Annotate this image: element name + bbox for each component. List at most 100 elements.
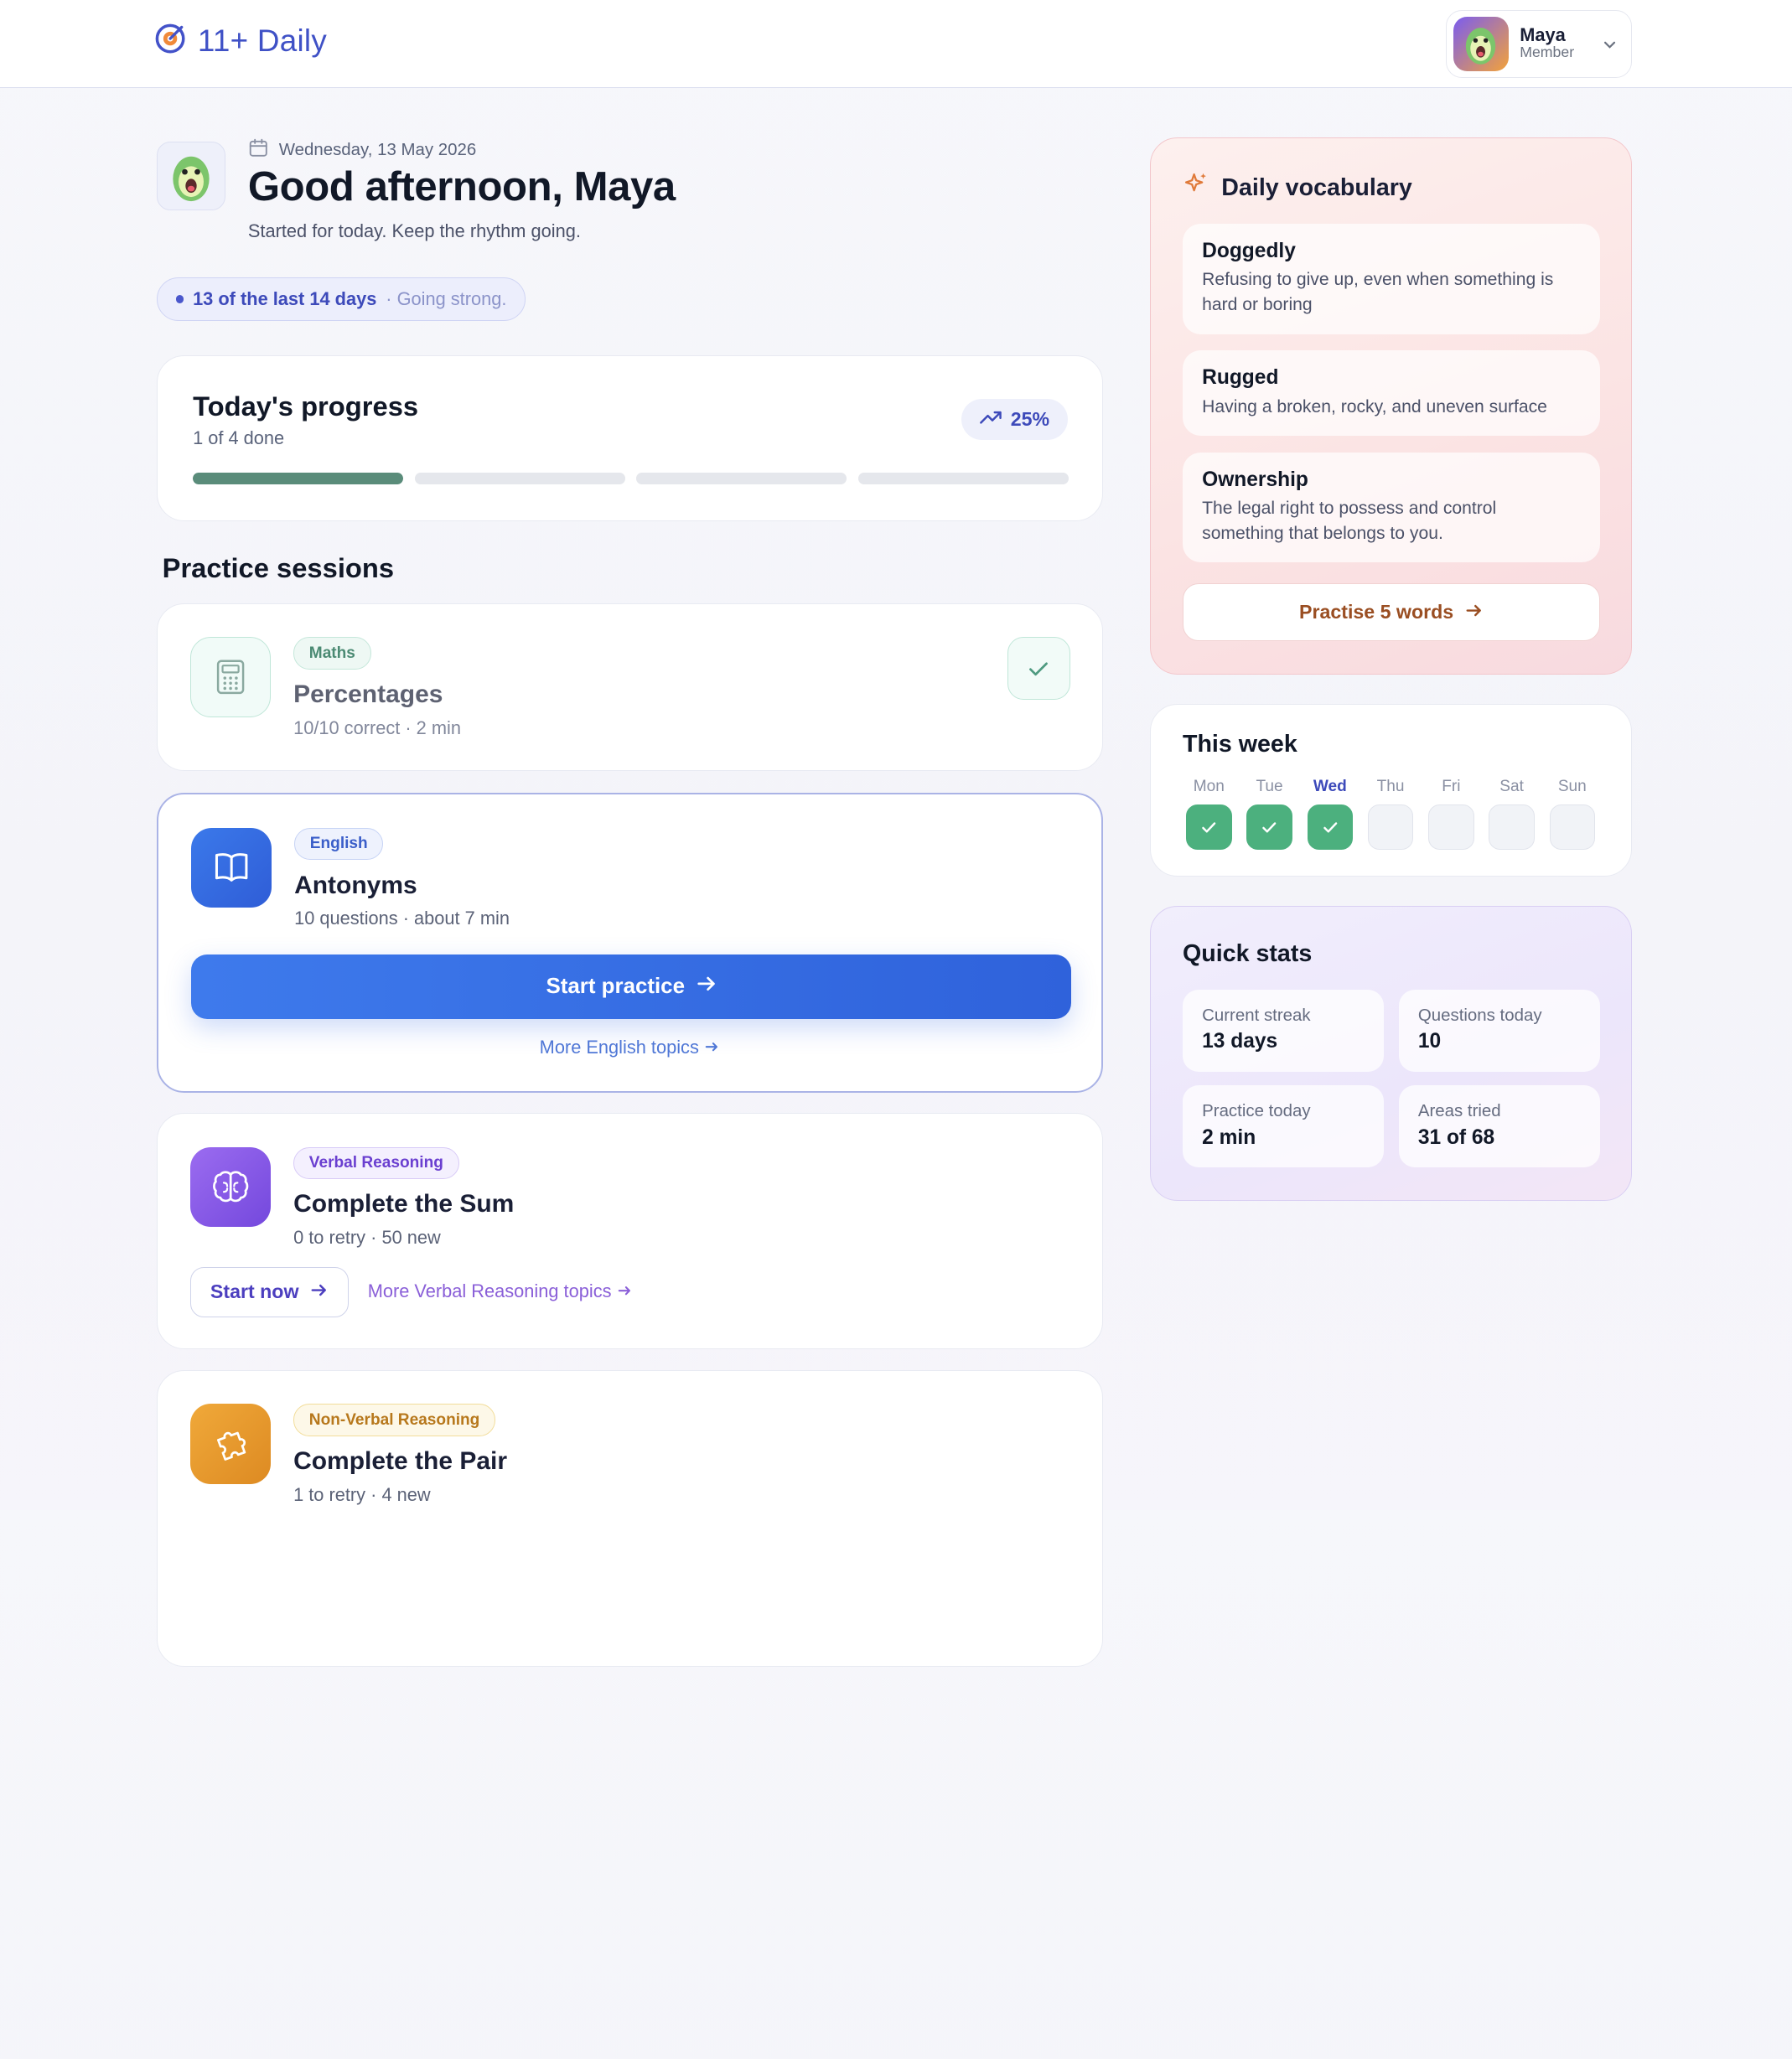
streak-count: 13 of the last 14 days [193, 288, 377, 310]
puzzle-icon [190, 1404, 271, 1484]
vocabulary-header: Daily vocabulary [1183, 171, 1412, 205]
day-sun: Sun [1549, 778, 1596, 851]
day-status [1428, 804, 1474, 851]
section-title: Practice sessions [162, 551, 395, 583]
vocabulary-word: Ownership [1202, 468, 1308, 491]
this-week-card: This week Mon Tue Wed Thu Fri Sat Sun [1149, 703, 1633, 877]
day-status [1549, 804, 1596, 851]
page-title: Good afternoon, Maya [247, 163, 676, 210]
check-icon [1323, 822, 1337, 833]
day-status [1307, 804, 1354, 851]
stat-value: 2 min [1202, 1125, 1256, 1149]
session-title: Percentages [293, 680, 443, 709]
more-english-topics-link[interactable]: More English topics [158, 1037, 1101, 1058]
trending-up-icon [980, 408, 1002, 431]
more-verbal-topics-link[interactable]: More Verbal Reasoning topics [368, 1280, 633, 1302]
stat-value: 10 [1417, 1030, 1442, 1053]
session-meta: 10/10 correct · 2 min [293, 717, 461, 738]
target-icon [154, 23, 186, 59]
day-fri: Fri [1428, 778, 1474, 851]
brand-logo[interactable]: 11+ Daily [154, 23, 327, 59]
sparkle-icon [1183, 171, 1210, 205]
book-icon [191, 827, 272, 908]
avatar [156, 142, 225, 210]
day-status [1246, 804, 1292, 851]
stat-practice-today: Practice today 2 min [1182, 1085, 1384, 1168]
vocabulary-word-card: Ownership The legal right to possess and… [1182, 452, 1600, 563]
session-card-english: English Antonyms 10 questions · about 7 … [156, 793, 1103, 1093]
stats-title: Quick stats [1182, 939, 1313, 967]
current-date: Wednesday, 13 May 2026 [278, 139, 477, 159]
day-sat: Sat [1489, 778, 1535, 851]
start-practice-button[interactable]: Start practice [191, 954, 1072, 1019]
day-label: Wed [1313, 778, 1347, 796]
top-bar: 11+ Daily Maya Member [0, 0, 1792, 88]
streak-message: · Going strong. [386, 288, 507, 310]
day-label: Mon [1193, 778, 1225, 796]
session-meta: 0 to retry · 50 new [293, 1227, 441, 1249]
session-title: Complete the Sum [293, 1190, 515, 1218]
more-verbal-topics-label: More Verbal Reasoning topics [367, 1280, 612, 1302]
arrow-right-icon [1465, 601, 1484, 623]
progress-percent: 25% [1010, 407, 1050, 430]
day-label: Fri [1442, 778, 1461, 796]
daily-vocabulary-card: Daily vocabulary Doggedly Refusing to gi… [1149, 137, 1633, 675]
brain-icon [190, 1146, 271, 1228]
progress-subtitle: 1 of 4 done [193, 427, 285, 448]
completed-check-icon [1007, 637, 1070, 701]
day-label: Thu [1376, 778, 1405, 796]
session-card-maths[interactable]: Maths Percentages 10/10 correct · 2 min [156, 603, 1103, 772]
vocabulary-definition: The legal right to possess and control s… [1202, 499, 1497, 544]
practise-words-label: Practise 5 words [1298, 601, 1454, 623]
start-now-label: Start now [210, 1280, 299, 1303]
vocabulary-word: Rugged [1202, 366, 1279, 390]
progress-segment [414, 473, 625, 484]
progress-segment [636, 473, 847, 484]
vocabulary-word: Doggedly [1202, 239, 1296, 262]
start-now-button[interactable]: Start now [190, 1266, 349, 1317]
streak-dot [175, 295, 184, 303]
session-meta: 1 to retry · 4 new [293, 1483, 431, 1505]
arrow-right-icon [617, 1280, 633, 1301]
subject-tag: English [294, 827, 384, 861]
stat-current-streak: Current streak 13 days [1182, 989, 1384, 1072]
user-menu[interactable]: Maya Member [1445, 10, 1633, 78]
arrow-right-icon [697, 975, 717, 999]
check-icon [1202, 822, 1216, 833]
session-title: Antonyms [294, 871, 417, 899]
greeting-subtitle: Started for today. Keep the rhythm going… [247, 220, 581, 242]
user-name: Maya [1520, 23, 1566, 45]
day-tue: Tue [1246, 778, 1292, 851]
stat-label: Current streak [1202, 1005, 1311, 1025]
practise-words-button[interactable]: Practise 5 words [1182, 583, 1600, 641]
day-thu: Thu [1367, 778, 1414, 851]
stat-value: 13 days [1202, 1030, 1278, 1053]
day-status [1186, 804, 1232, 851]
progress-percent-badge: 25% [961, 398, 1068, 440]
user-role: Member [1520, 44, 1575, 61]
session-card-non-verbal-reasoning[interactable]: Non-Verbal Reasoning Complete the Pair 1… [156, 1369, 1103, 1668]
arrow-right-icon [310, 1280, 329, 1303]
stat-value: 31 of 68 [1417, 1125, 1495, 1149]
vocabulary-title: Daily vocabulary [1221, 174, 1412, 202]
start-practice-label: Start practice [546, 974, 685, 998]
session-card-verbal-reasoning: Verbal Reasoning Complete the Sum 0 to r… [156, 1113, 1103, 1350]
week-title: This week [1182, 731, 1297, 758]
stat-label: Practice today [1202, 1101, 1311, 1121]
progress-title: Today's progress [193, 390, 419, 422]
streak-badge: 13 of the last 14 days · Going strong. [156, 277, 526, 322]
progress-segments [193, 473, 1069, 484]
avatar [1453, 16, 1509, 72]
stat-label: Areas tried [1417, 1101, 1501, 1121]
subject-tag: Maths [293, 637, 371, 670]
vocabulary-definition: Having a broken, rocky, and uneven surfa… [1202, 396, 1547, 416]
vocabulary-word-card: Doggedly Refusing to give up, even when … [1182, 223, 1600, 334]
stat-areas-tried: Areas tried 31 of 68 [1398, 1085, 1600, 1168]
stat-label: Questions today [1417, 1005, 1542, 1025]
chevron-down-icon[interactable] [1602, 36, 1618, 58]
arrow-right-icon [704, 1037, 720, 1058]
day-wed: Wed [1307, 778, 1354, 851]
day-mon: Mon [1186, 778, 1232, 851]
day-label: Sun [1557, 778, 1587, 796]
subject-tag: Non-Verbal Reasoning [293, 1404, 496, 1436]
